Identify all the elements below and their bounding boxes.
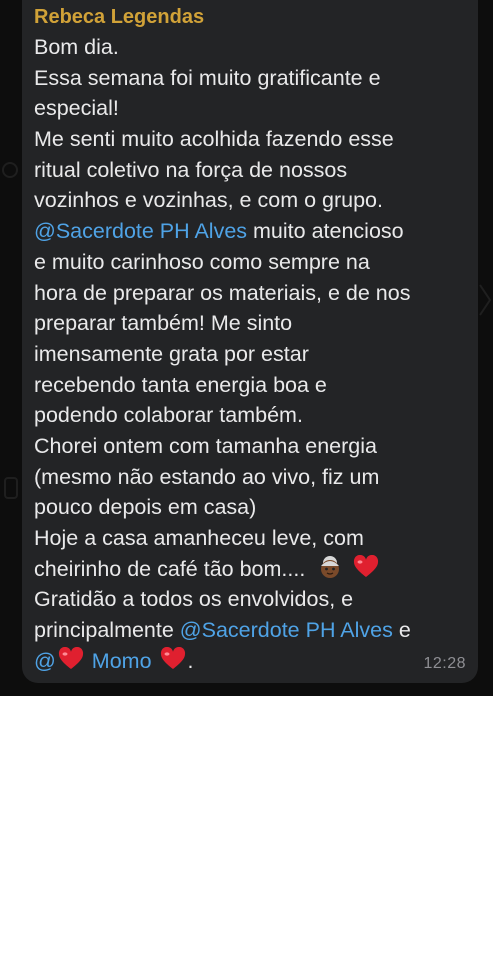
message-text: principalmente xyxy=(34,618,180,643)
message-line: vozinhos e vozinhas, e com o grupo. xyxy=(34,188,383,213)
message-text: e xyxy=(392,618,411,643)
message-line: recebendo tanta energia boa e xyxy=(34,372,327,397)
mention-name: Momo xyxy=(85,648,158,673)
message-line: (mesmo não estando ao vivo, fiz um xyxy=(34,464,380,489)
message-timestamp: 12:28 xyxy=(423,655,466,672)
message-line: Me senti muito acolhida fazendo esse xyxy=(34,127,394,152)
doodle-decoration xyxy=(4,477,18,499)
empty-area xyxy=(0,696,493,969)
message-line: e muito carinhoso como sempre na xyxy=(34,249,370,274)
message-line: especial! xyxy=(34,96,119,121)
message-line: @Sacerdote PH Alves muito atencioso xyxy=(34,216,466,247)
mention-link[interactable]: @ Momo xyxy=(34,646,188,673)
message-line: Essa semana foi muito gratificante e xyxy=(34,65,381,90)
mention-link[interactable]: @Sacerdote PH Alves xyxy=(180,618,393,642)
doodle-decoration xyxy=(2,162,18,178)
mention-at-sign: @ xyxy=(34,648,56,673)
message-line: imensamente grata por estar xyxy=(34,341,309,366)
message-line: cheirinho de café tão bom.... xyxy=(34,554,466,585)
message-text: muito atencioso xyxy=(247,219,404,244)
message-line: principalmente @Sacerdote PH Alves e xyxy=(34,615,466,646)
message-line: hora de preparar os materiais, e de nos xyxy=(34,280,411,305)
message-line: @ Momo . xyxy=(34,646,466,677)
red-heart-emoji xyxy=(58,646,83,669)
chat-background: Rebeca Legendas Bom dia. Essa semana foi… xyxy=(0,0,493,696)
message-text: . xyxy=(187,648,194,673)
message-line: podendo colaborar também. xyxy=(34,403,303,428)
message-line: Gratidão a todos os envolvidos, e xyxy=(34,587,354,612)
old-woman-emoji xyxy=(321,555,340,578)
message-line: preparar também! Me sinto xyxy=(34,311,293,336)
doodle-decoration xyxy=(479,284,492,316)
message-line: ritual coletivo na força de nossos xyxy=(34,157,348,182)
red-heart-emoji xyxy=(354,554,379,577)
message-line: pouco depois em casa) xyxy=(34,495,257,520)
message-line: Hoje a casa amanheceu leve, com xyxy=(34,526,364,550)
message-line: Bom dia. xyxy=(34,35,119,59)
message-bubble[interactable]: Rebeca Legendas Bom dia. Essa semana foi… xyxy=(22,0,478,683)
mention-link[interactable]: @Sacerdote PH Alves xyxy=(34,219,247,243)
message-text: cheirinho de café tão bom.... xyxy=(34,556,306,581)
sender-name[interactable]: Rebeca Legendas xyxy=(34,2,466,32)
message-line: Chorei ontem com tamanha energia xyxy=(34,433,377,458)
red-heart-emoji xyxy=(160,646,185,669)
